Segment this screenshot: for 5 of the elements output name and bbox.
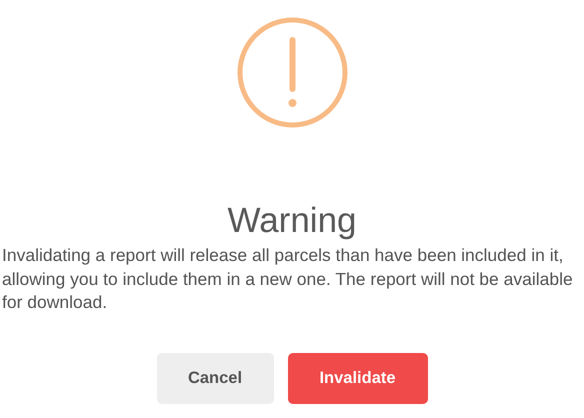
invalidate-button[interactable]: Invalidate	[288, 352, 428, 404]
dialog-message: Invalidating a report will release all parcels than have been included in it, allowing you to include them in a new one. The report will not be available for download.	[1, 244, 574, 314]
cancel-button[interactable]: Cancel	[156, 352, 274, 404]
dialog-title: Warning	[227, 200, 357, 242]
warning-icon	[236, 17, 348, 128]
